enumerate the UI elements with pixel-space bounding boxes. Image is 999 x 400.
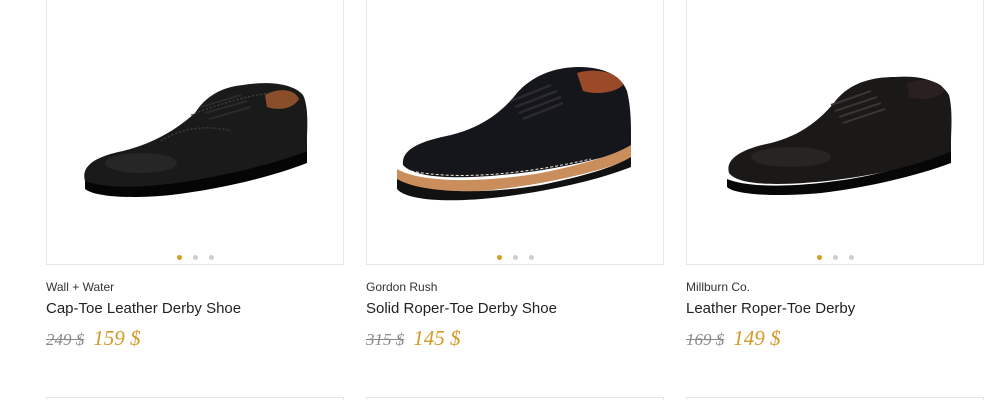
carousel-dot[interactable] (496, 255, 502, 260)
carousel-dot[interactable] (208, 255, 214, 260)
product-image-box[interactable] (686, 0, 984, 265)
sale-price: 145 $ (413, 326, 461, 350)
product-image-box[interactable] (46, 0, 344, 265)
product-card[interactable]: Gordon Rush Solid Roper-Toe Derby Shoe 3… (366, 0, 666, 352)
product-card[interactable]: Wall + Water Cap-Toe Leather Derby Shoe … (46, 0, 346, 352)
product-prices: 249 $ 159 $ (46, 326, 346, 352)
carousel-dot[interactable] (176, 255, 182, 260)
sale-price: 159 $ (93, 326, 141, 350)
leather-derby-shoe-image[interactable] (711, 55, 961, 205)
product-brand: Millburn Co. (686, 280, 751, 294)
carousel-dots (47, 255, 343, 260)
old-price: 249 $ (46, 330, 85, 349)
carousel-dot[interactable] (816, 255, 822, 260)
sale-price: 149 $ (733, 326, 781, 350)
suede-derby-shoe-image[interactable] (391, 55, 641, 205)
product-brand: Gordon Rush (366, 280, 438, 294)
product-name[interactable]: Cap-Toe Leather Derby Shoe (46, 300, 346, 318)
carousel-dot[interactable] (192, 255, 198, 260)
product-brand: Wall + Water (46, 280, 115, 294)
product-name[interactable]: Solid Roper-Toe Derby Shoe (366, 300, 666, 318)
carousel-dots (687, 255, 983, 260)
product-prices: 169 $ 149 $ (686, 326, 986, 352)
captoe-derby-shoe-image[interactable] (71, 55, 321, 205)
product-card[interactable]: Millburn Co. Leather Roper-Toe Derby 169… (686, 0, 986, 352)
carousel-dot[interactable] (528, 255, 534, 260)
old-price: 169 $ (686, 330, 725, 349)
carousel-dot[interactable] (832, 255, 838, 260)
carousel-dot[interactable] (848, 255, 854, 260)
product-prices: 315 $ 145 $ (366, 326, 666, 352)
product-image-box[interactable] (366, 0, 664, 265)
old-price: 315 $ (366, 330, 405, 349)
carousel-dot[interactable] (512, 255, 518, 260)
product-name[interactable]: Leather Roper-Toe Derby (686, 300, 986, 318)
carousel-dots (367, 255, 663, 260)
